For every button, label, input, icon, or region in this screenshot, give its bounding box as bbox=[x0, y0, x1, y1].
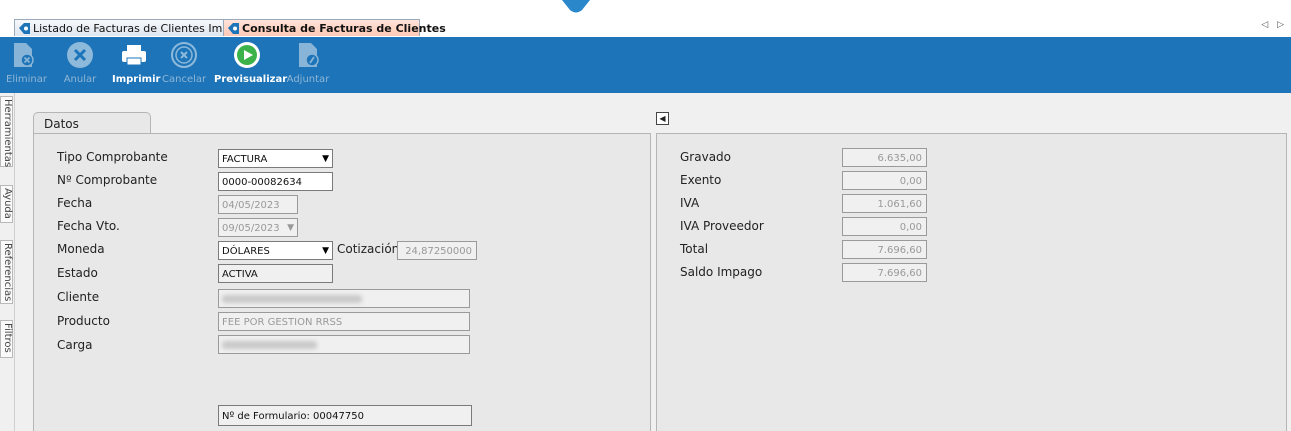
side-tab-label: Herramientas bbox=[2, 99, 13, 168]
eliminar-button[interactable]: Eliminar bbox=[6, 40, 47, 90]
iva-proveedor-field: 0,00 bbox=[842, 217, 927, 236]
cancel-circle-icon bbox=[67, 42, 93, 68]
tab-listado-facturas[interactable]: Listado de Facturas de Clientes Im... bbox=[14, 19, 233, 36]
moneda-label: Moneda bbox=[57, 242, 105, 256]
saldo-impago-field: 7.696,60 bbox=[842, 263, 927, 282]
gravado-field: 6.635,00 bbox=[842, 148, 927, 167]
anular-label: Anular bbox=[63, 74, 97, 85]
redacted-text bbox=[222, 341, 317, 349]
side-tab-ayuda[interactable]: Ayuda bbox=[0, 185, 13, 223]
toolbar: Eliminar Anular Imprimir Cancelar Previs… bbox=[0, 37, 1291, 93]
collapse-panel-button[interactable]: ◀ bbox=[656, 112, 669, 125]
fecha-label: Fecha bbox=[57, 196, 93, 210]
estado-field: ACTIVA bbox=[218, 264, 333, 283]
side-tab-referencias[interactable]: Referencias bbox=[0, 240, 13, 304]
imprimir-button[interactable]: Imprimir bbox=[112, 40, 161, 90]
producto-field: FEE POR GESTION RRSS bbox=[218, 312, 470, 331]
cotizacion-label: Cotización bbox=[337, 242, 400, 256]
cotizacion-field: 24,87250000 bbox=[397, 241, 477, 260]
total-label: Total bbox=[680, 242, 709, 256]
side-tab-label: Referencias bbox=[2, 243, 13, 302]
side-tab-herramientas[interactable]: Herramientas bbox=[0, 96, 13, 167]
nro-comprobante-field[interactable]: 0000-00082634 bbox=[218, 172, 333, 191]
iva-label: IVA bbox=[680, 196, 700, 210]
chevron-down-icon: ▼ bbox=[287, 223, 294, 233]
fecha-vto-label: Fecha Vto. bbox=[57, 219, 120, 233]
nro-comprobante-label: Nº Comprobante bbox=[57, 173, 158, 187]
cancel-circle-icon bbox=[171, 42, 197, 68]
adjuntar-label: Adjuntar bbox=[286, 74, 330, 85]
producto-label: Producto bbox=[57, 314, 110, 328]
tab-datos-principales[interactable]: Datos Principales bbox=[33, 112, 151, 153]
tab-label: Consulta de Facturas de Clientes bbox=[242, 22, 446, 35]
eliminar-label: Eliminar bbox=[6, 74, 47, 85]
play-preview-icon bbox=[234, 42, 260, 68]
fecha-vto-value: 09/05/2023 bbox=[222, 223, 280, 234]
side-tab-label: Ayuda bbox=[2, 188, 13, 219]
formulario-number: Nº de Formulario: 00047750 bbox=[218, 405, 472, 426]
attach-document-icon bbox=[299, 43, 319, 67]
previsualizar-label: Previsualizar bbox=[214, 74, 288, 85]
cancelar-button[interactable]: Cancelar bbox=[162, 40, 206, 90]
imprimir-label: Imprimir bbox=[112, 74, 161, 85]
app-tab-icon bbox=[228, 23, 239, 34]
tipo-comprobante-select[interactable]: FACTURA ▼ bbox=[218, 149, 333, 168]
chevron-down-icon[interactable]: ▼ bbox=[322, 242, 329, 259]
tab-label: Listado de Facturas de Clientes Im... bbox=[33, 22, 233, 35]
carga-label: Carga bbox=[57, 338, 93, 352]
logo-fragment bbox=[562, 0, 590, 13]
adjuntar-button[interactable]: Adjuntar bbox=[286, 40, 330, 90]
printer-icon bbox=[122, 45, 146, 66]
side-tab-filtros[interactable]: Filtros bbox=[0, 320, 13, 358]
iva-proveedor-label: IVA Proveedor bbox=[680, 219, 764, 233]
redacted-text bbox=[222, 295, 362, 303]
previsualizar-button[interactable]: Previsualizar bbox=[214, 40, 288, 90]
moneda-value: DÓLARES bbox=[222, 246, 270, 257]
tab-consulta-facturas[interactable]: Consulta de Facturas de Clientes bbox=[223, 19, 446, 36]
app-tab-icon bbox=[19, 23, 30, 34]
tab-bar: Listado de Facturas de Clientes Im... Co… bbox=[0, 18, 1291, 37]
cliente-label: Cliente bbox=[57, 290, 100, 304]
totals-panel bbox=[656, 133, 1287, 431]
side-tab-label: Filtros bbox=[2, 323, 13, 353]
tab-scroll-arrows[interactable]: ◁ ▷ bbox=[1261, 20, 1287, 30]
total-field: 7.696,60 bbox=[842, 240, 927, 259]
moneda-select[interactable]: DÓLARES ▼ bbox=[218, 241, 333, 260]
carga-field bbox=[218, 335, 470, 354]
side-tab-bar: Herramientas Ayuda Referencias Filtros bbox=[0, 93, 15, 431]
exento-label: Exento bbox=[680, 173, 722, 187]
fecha-field: 04/05/2023 bbox=[218, 195, 298, 214]
gravado-label: Gravado bbox=[680, 150, 731, 164]
delete-document-icon bbox=[14, 43, 34, 67]
chevron-down-icon[interactable]: ▼ bbox=[322, 150, 329, 167]
tipo-comprobante-label: Tipo Comprobante bbox=[57, 150, 168, 164]
saldo-impago-label: Saldo Impago bbox=[680, 265, 763, 279]
cancelar-label: Cancelar bbox=[162, 74, 207, 85]
iva-field: 1.061,60 bbox=[842, 194, 927, 213]
anular-button[interactable]: Anular bbox=[62, 40, 98, 90]
tipo-comprobante-value: FACTURA bbox=[222, 154, 268, 165]
cliente-field bbox=[218, 289, 470, 308]
exento-field: 0,00 bbox=[842, 171, 927, 190]
fecha-vto-field: 09/05/2023 ▼ bbox=[218, 218, 298, 237]
estado-label: Estado bbox=[57, 266, 98, 280]
